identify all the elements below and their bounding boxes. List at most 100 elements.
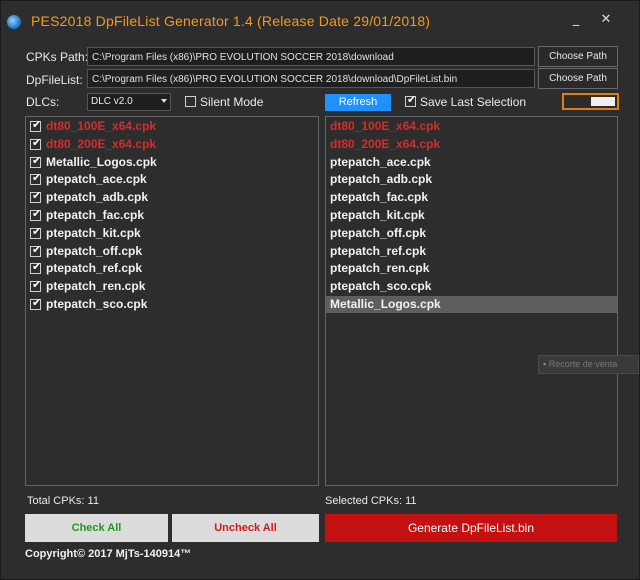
list-item-label: Metallic_Logos.cpk: [46, 154, 157, 169]
list-item[interactable]: dt80_100E_x64.cpk: [326, 118, 617, 135]
list-item-label: dt80_100E_x64.cpk: [46, 119, 157, 133]
item-checkbox[interactable]: ✔: [30, 190, 42, 204]
list-item[interactable]: ✔ ptepatch_ren.cpk: [26, 278, 318, 295]
list-item-label: ptepatch_adb.cpk: [330, 172, 433, 187]
item-checkbox[interactable]: ✔: [30, 261, 42, 275]
silent-mode-label: Silent Mode: [200, 95, 264, 109]
list-item-label: ptepatch_fac.cpk: [46, 208, 145, 222]
list-item[interactable]: ✔ ptepatch_adb.cpk: [26, 189, 318, 206]
list-item-label: ptepatch_off.cpk: [46, 243, 143, 258]
checkmark-icon: ✔: [32, 297, 42, 309]
total-cpks-label: Total CPKs: 11: [27, 495, 99, 507]
dlc-select[interactable]: DLC v2.0: [87, 93, 171, 111]
list-item[interactable]: ✔ dt80_200E_x64.cpk: [26, 136, 318, 153]
check-all-button[interactable]: Check All: [25, 514, 168, 542]
checkmark-icon: ✔: [407, 93, 417, 106]
theme-toggle[interactable]: [562, 93, 619, 110]
list-item[interactable]: ✔ Metallic_Logos.cpk: [26, 154, 318, 171]
title-bar: PES2018 DpFileList Generator 1.4 (Releas…: [1, 1, 639, 39]
item-checkbox[interactable]: ✔: [30, 225, 42, 239]
chevron-down-icon: [161, 99, 167, 103]
ghost-tooltip-text: Recorte de venta: [548, 359, 618, 369]
silent-mode-checkbox[interactable]: [185, 96, 196, 107]
list-item-label: ptepatch_ref.cpk: [46, 261, 143, 276]
list-item-label: ptepatch_ace.cpk: [46, 172, 147, 187]
checkmark-icon: ✔: [32, 208, 42, 220]
checkmark-icon: ✔: [32, 154, 42, 167]
item-checkbox[interactable]: ✔: [30, 172, 42, 186]
save-last-selection-label: Save Last Selection: [420, 95, 527, 109]
cpks-path-field[interactable]: C:\Program Files (x86)\PRO EVOLUTION SOC…: [87, 47, 535, 66]
list-item[interactable]: ✔ ptepatch_off.cpk: [26, 243, 318, 260]
checkmark-icon: ✔: [32, 136, 42, 149]
choose-dpfilelist-path-button[interactable]: Choose Path: [538, 68, 618, 89]
list-item[interactable]: ✔ ptepatch_fac.cpk: [26, 207, 318, 224]
list-item[interactable]: ✔ ptepatch_ref.cpk: [26, 260, 318, 277]
checkmark-icon: ✔: [32, 261, 42, 274]
checkmark-icon: ✔: [32, 190, 42, 203]
item-checkbox[interactable]: ✔: [30, 119, 42, 132]
ghost-tooltip: ▪ Recorte de venta: [538, 355, 639, 374]
list-item-label: ptepatch_sco.cpk: [330, 279, 432, 294]
window-title: PES2018 DpFileList Generator 1.4 (Releas…: [31, 13, 431, 29]
list-item-label: ptepatch_kit.cpk: [330, 208, 425, 222]
list-item-label: dt80_200E_x64.cpk: [46, 136, 157, 151]
list-item[interactable]: dt80_200E_x64.cpk: [326, 136, 617, 153]
list-item-label: ptepatch_ace.cpk: [330, 154, 431, 169]
copyright-text: Copyright© 2017 MjTs-140914™: [25, 548, 192, 560]
dlcs-label: DLCs:: [26, 95, 60, 109]
item-checkbox[interactable]: ✔: [30, 136, 42, 150]
checkmark-icon: ✔: [32, 225, 42, 238]
save-last-selection-checkbox[interactable]: ✔: [405, 93, 417, 107]
list-item[interactable]: ✔ ptepatch_sco.cpk: [26, 296, 318, 313]
list-item-label: ptepatch_ref.cpk: [330, 243, 427, 258]
list-item-label: dt80_200E_x64.cpk: [330, 136, 441, 151]
app-globe-icon: [7, 15, 21, 29]
list-item[interactable]: ✔ ptepatch_kit.cpk: [26, 225, 318, 242]
list-item-label: ptepatch_off.cpk: [330, 225, 427, 240]
minimize-button[interactable]: _: [569, 13, 583, 27]
dlc-selected-value: DLC v2.0: [91, 96, 133, 107]
toggle-knob: [591, 97, 615, 106]
item-checkbox[interactable]: ✔: [30, 208, 42, 221]
list-item-label: ptepatch_kit.cpk: [46, 225, 141, 240]
list-item-label: ptepatch_adb.cpk: [46, 190, 149, 205]
close-button[interactable]: ✕: [599, 13, 613, 27]
list-item[interactable]: ptepatch_fac.cpk: [326, 189, 617, 206]
item-checkbox[interactable]: ✔: [30, 297, 42, 310]
dpfilelist-path-field[interactable]: C:\Program Files (x86)\PRO EVOLUTION SOC…: [87, 69, 535, 88]
uncheck-all-button[interactable]: Uncheck All: [172, 514, 319, 542]
list-item-label: ptepatch_ren.cpk: [330, 261, 430, 276]
checkmark-icon: ✔: [32, 279, 42, 292]
checkmark-icon: ✔: [32, 119, 42, 131]
dot-icon: ▪: [543, 359, 547, 369]
dpfilelist-label: DpFileList:: [26, 73, 83, 87]
list-item[interactable]: ptepatch_sco.cpk: [326, 278, 617, 295]
refresh-button[interactable]: Refresh: [325, 94, 391, 111]
selected-cpk-list[interactable]: dt80_100E_x64.cpk dt80_200E_x64.cpkptepat…: [325, 116, 618, 486]
item-checkbox[interactable]: ✔: [30, 154, 42, 168]
list-item-label: ptepatch_ren.cpk: [46, 279, 146, 294]
available-cpk-list[interactable]: ✔ dt80_100E_x64.cpk ✔ dt80_200E_x64.cpk ✔ Met…: [25, 116, 319, 486]
list-item-label: ptepatch_sco.cpk: [46, 297, 148, 311]
item-checkbox[interactable]: ✔: [30, 279, 42, 293]
choose-cpks-path-button[interactable]: Choose Path: [538, 46, 618, 67]
list-item[interactable]: ptepatch_kit.cpk: [326, 207, 617, 224]
item-checkbox[interactable]: ✔: [30, 244, 41, 257]
list-item[interactable]: ptepatch_ref.cpk: [326, 243, 617, 260]
list-item[interactable]: ptepatch_off.cpk: [326, 225, 617, 242]
list-item[interactable]: ptepatch_ren.cpk: [326, 260, 617, 277]
list-item-label: ptepatch_fac.cpk: [330, 190, 429, 205]
selected-cpks-label: Selected CPKs: 11: [325, 495, 417, 507]
list-item-label: dt80_100E_x64.cpk: [330, 119, 441, 133]
list-item[interactable]: ptepatch_ace.cpk: [326, 154, 617, 171]
list-item-label: Metallic_Logos.cpk: [330, 297, 441, 311]
checkmark-icon: ✔: [32, 172, 42, 185]
app-window: PES2018 DpFileList Generator 1.4 (Releas…: [0, 0, 640, 580]
list-item[interactable]: ✔ dt80_100E_x64.cpk: [26, 118, 318, 135]
generate-dpfilelist-button[interactable]: Generate DpFileList.bin: [325, 514, 617, 542]
cpks-path-label: CPKs Path:: [26, 50, 89, 64]
list-item[interactable]: ✔ ptepatch_ace.cpk: [26, 171, 318, 188]
list-item[interactable]: ptepatch_adb.cpk: [326, 171, 617, 188]
list-item[interactable]: Metallic_Logos.cpk: [326, 296, 617, 313]
